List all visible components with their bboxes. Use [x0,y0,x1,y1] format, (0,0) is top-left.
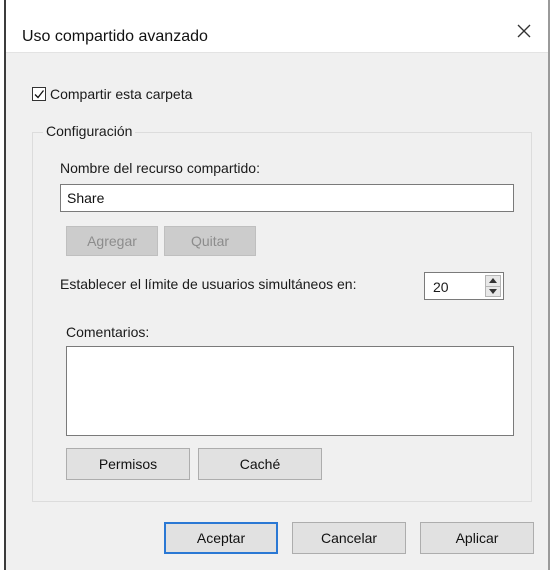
cancel-button[interactable]: Cancelar [292,522,406,554]
close-button[interactable] [506,16,542,46]
share-folder-label[interactable]: Compartir esta carpeta [50,86,192,102]
share-name-input[interactable] [60,184,514,212]
permissions-button[interactable]: Permisos [66,448,190,480]
share-name-label: Nombre del recurso compartido: [60,160,260,176]
spin-down-arrow-icon [489,288,497,294]
user-limit-spinner[interactable]: 20 [424,272,504,300]
caching-button[interactable]: Caché [198,448,322,480]
apply-button[interactable]: Aplicar [420,522,534,554]
comments-label: Comentarios: [66,324,150,340]
user-limit-value[interactable]: 20 [433,279,449,295]
ok-button[interactable]: Aceptar [164,522,278,554]
spinner-arrows [485,275,501,297]
checkmark-icon [34,90,45,99]
spin-up-arrow-icon [489,278,497,284]
share-folder-checkbox-row[interactable]: Compartir esta carpeta [32,86,192,102]
comments-textarea[interactable] [66,346,514,436]
close-icon [517,24,531,38]
advanced-sharing-dialog: Uso compartido avanzado Compartir esta c… [4,0,550,570]
spin-up-button[interactable] [485,275,501,287]
add-button[interactable]: Agregar [66,226,158,256]
spin-down-button[interactable] [485,286,501,297]
settings-group-title: Configuración [43,123,136,139]
remove-button[interactable]: Quitar [164,226,256,256]
title-bar: Uso compartido avanzado [6,0,548,53]
user-limit-label: Establecer el límite de usuarios simultá… [60,276,357,292]
share-folder-checkbox[interactable] [32,87,46,101]
window-title: Uso compartido avanzado [22,28,208,45]
